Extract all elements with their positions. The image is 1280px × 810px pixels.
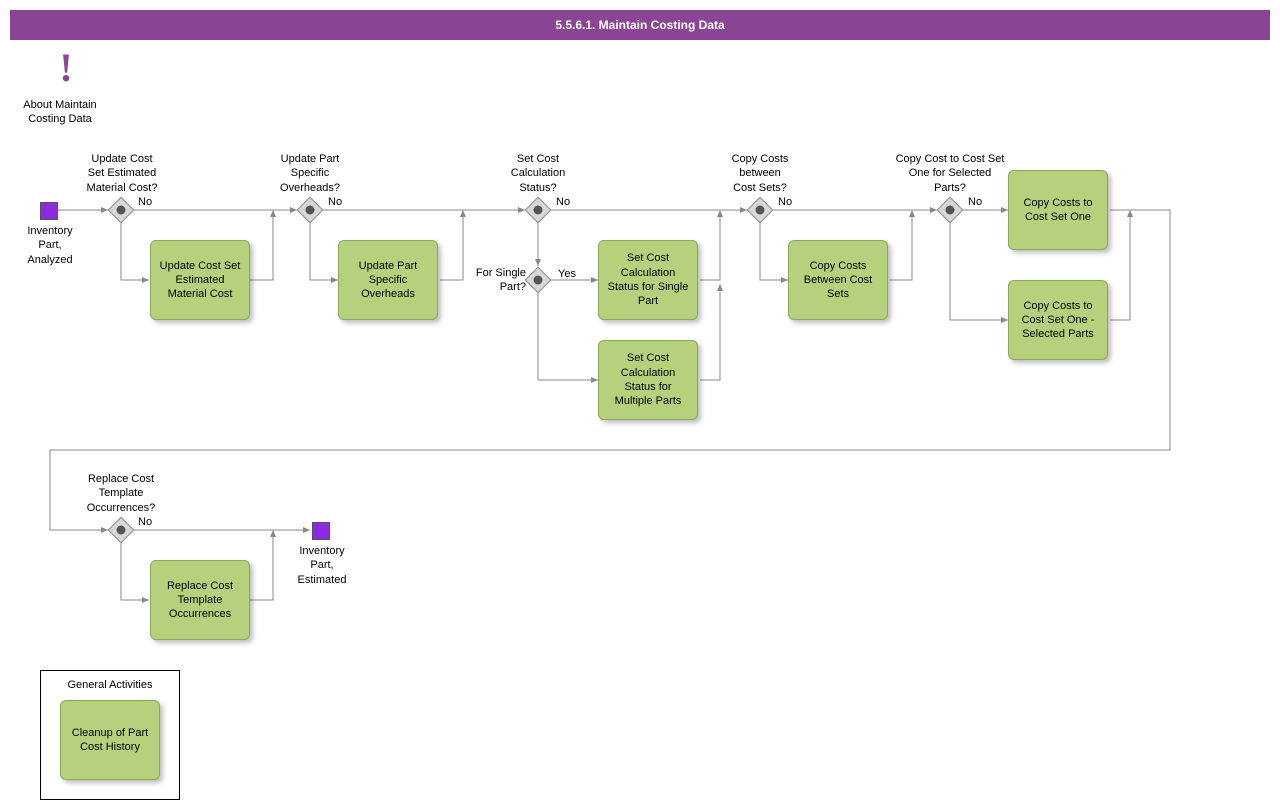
about-label[interactable]: About Maintain Costing Data — [16, 98, 104, 127]
edge-label-no: No — [328, 196, 342, 208]
edge-label-no: No — [968, 196, 982, 208]
start-event — [40, 202, 58, 220]
activity-status-multi[interactable]: Set Cost Calculation Status for Multiple… — [598, 340, 698, 420]
edge-label-no: No — [138, 516, 152, 528]
end-label: Inventory Part, Estimated — [292, 544, 352, 587]
activity-copy-between[interactable]: Copy Costs Between Cost Sets — [788, 240, 888, 320]
activity-update-overheads[interactable]: Update Part Specific Overheads — [338, 240, 438, 320]
gateway-copy-selected — [937, 197, 963, 223]
edge-label-no: No — [556, 196, 570, 208]
activity-replace-template[interactable]: Replace Cost Template Occurrences — [150, 560, 250, 640]
page-title-bar: 5.5.6.1. Maintain Costing Data — [10, 10, 1270, 40]
activity-copy-one[interactable]: Copy Costs to Cost Set One — [1008, 170, 1108, 250]
activity-cleanup-history[interactable]: Cleanup of Part Cost History — [60, 700, 160, 780]
gateway-copy-between — [747, 197, 773, 223]
start-label: Inventory Part, Analyzed — [20, 224, 80, 267]
attention-icon: ! — [56, 48, 76, 88]
page-title: 5.5.6.1. Maintain Costing Data — [555, 18, 724, 32]
activity-copy-one-selected[interactable]: Copy Costs to Cost Set One - Selected Pa… — [1008, 280, 1108, 360]
gateway-label-g3b: For Single Part? — [468, 266, 526, 295]
gateway-label-g3: Set Cost Calculation Status? — [498, 152, 578, 195]
end-event — [312, 522, 330, 540]
diagram-canvas: 5.5.6.1. Maintain Costing Data ! About M… — [0, 0, 1280, 810]
group-title: General Activities — [41, 671, 179, 691]
gateway-label-g1: Update Cost Set Estimated Material Cost? — [72, 152, 172, 195]
gateway-update-overheads — [297, 197, 323, 223]
gateway-label-g5: Copy Cost to Cost Set One for Selected P… — [883, 152, 1017, 195]
gateway-label-g4: Copy Costs between Cost Sets? — [720, 152, 800, 195]
gateway-label-g2: Update Part Specific Overheads? — [264, 152, 356, 195]
edge-label-yes: Yes — [558, 268, 576, 280]
gateway-single-part — [525, 267, 551, 293]
gateway-replace-template — [108, 517, 134, 543]
edge-label-no: No — [138, 196, 152, 208]
edge-label-no: No — [778, 196, 792, 208]
activity-update-cost-set[interactable]: Update Cost Set Estimated Material Cost — [150, 240, 250, 320]
gateway-update-cost-set — [108, 197, 134, 223]
activity-status-single[interactable]: Set Cost Calculation Status for Single P… — [598, 240, 698, 320]
gateway-set-status — [525, 197, 551, 223]
gateway-label-g6: Replace Cost Template Occurrences? — [74, 472, 168, 515]
